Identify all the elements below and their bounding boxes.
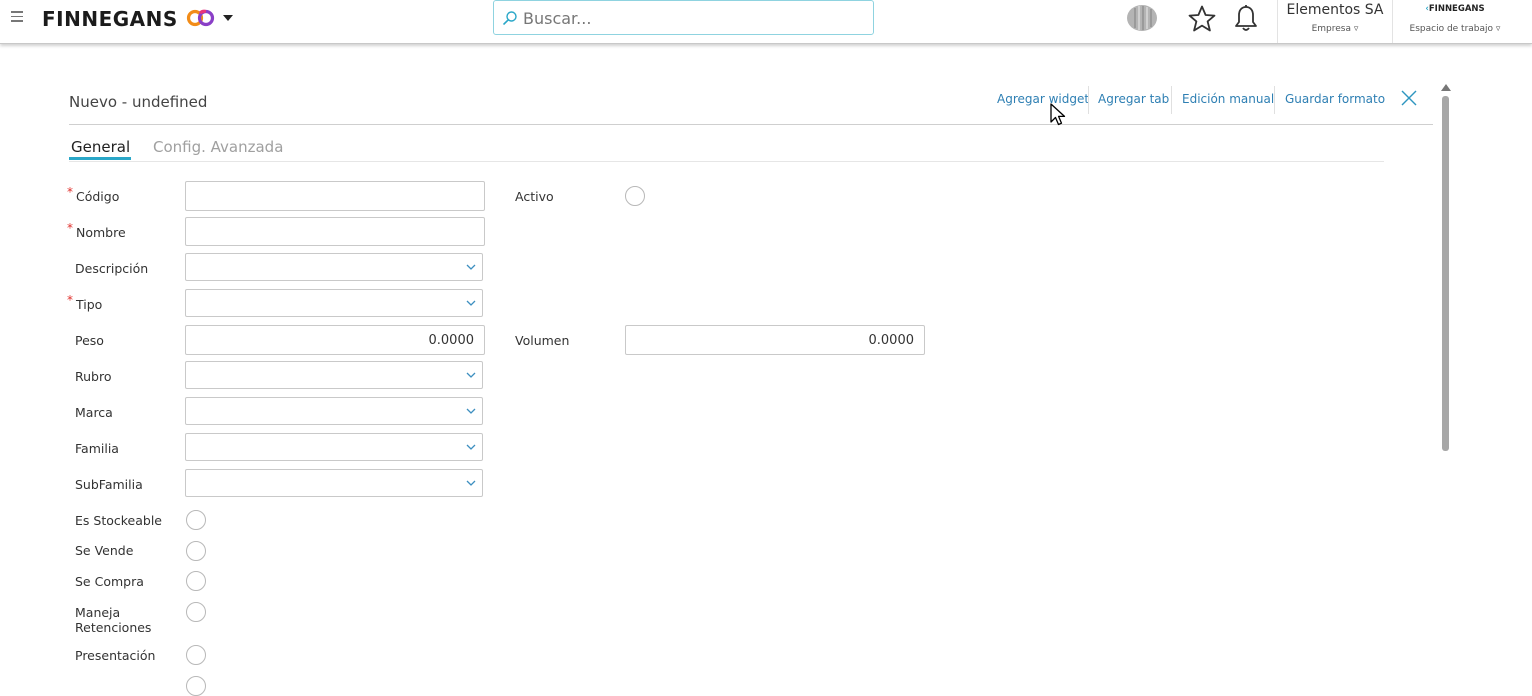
brand-logo[interactable]: FINNEGANS [42,7,178,31]
top-bar: FINNEGANS Elementos SA Empresa ▿ ‹FINNEG… [0,0,1532,44]
mouse-cursor-icon [1050,103,1066,126]
required-mark: * [67,221,73,235]
header-divider [69,124,1433,125]
assistant-icon[interactable] [1124,3,1160,33]
partial-radio[interactable] [186,676,206,696]
active-tab-indicator [69,157,131,160]
descripcion-select[interactable] [185,253,483,281]
save-format-link[interactable]: Guardar formato [1285,92,1385,106]
presentacion-label: Presentación [75,648,156,663]
add-widget-link[interactable]: Agregar widget [997,92,1089,106]
peso-label: Peso [75,333,104,348]
tabs-divider [69,161,1384,162]
volumen-field[interactable] [625,325,925,355]
topbar-divider [1277,0,1278,43]
se-vende-radio[interactable] [186,541,206,561]
nombre-label: Nombre [76,225,126,240]
codigo-input[interactable] [192,185,476,207]
es-stockeable-label: Es Stockeable [75,513,162,528]
marca-select[interactable] [185,397,483,425]
search-input[interactable] [521,5,865,31]
manual-edit-link[interactable]: Edición manual [1182,92,1274,106]
scroll-thumb[interactable] [1442,96,1449,451]
tipo-select[interactable] [185,289,483,317]
chevron-down-icon [466,408,476,414]
page-title: Nuevo - undefined [69,93,208,111]
rubro-select[interactable] [185,361,483,389]
marca-input[interactable] [192,401,476,423]
bell-icon[interactable] [1233,4,1259,34]
tipo-label: Tipo [76,297,103,312]
es-stockeable-radio[interactable] [186,510,206,530]
search-icon [503,11,517,25]
star-icon[interactable] [1187,4,1217,34]
activo-label: Activo [515,189,554,204]
chevron-down-icon [466,444,476,450]
company-selector[interactable]: Elementos SA Empresa ▿ [1280,2,1390,34]
subfamilia-select[interactable] [185,469,483,497]
volumen-input[interactable] [632,329,916,351]
nombre-input[interactable] [192,221,476,243]
topbar-divider [1392,0,1393,43]
scroll-up-arrow-icon[interactable] [1441,84,1451,91]
add-tab-link[interactable]: Agregar tab [1098,92,1169,106]
marca-label: Marca [75,405,113,420]
se-compra-label: Se Compra [75,574,144,589]
action-divider [1088,86,1089,114]
workspace-label: Espacio de trabajo ▿ [1409,24,1501,34]
close-icon[interactable] [1399,88,1419,108]
se-compra-radio[interactable] [186,571,206,591]
familia-label: Familia [75,441,119,456]
volumen-label: Volumen [515,333,570,348]
chevron-down-icon: ▿ [1353,24,1359,34]
rubro-input[interactable] [192,365,476,387]
action-divider [1274,86,1275,114]
brand-dropdown-icon[interactable] [223,15,233,21]
presentacion-radio[interactable] [186,645,206,665]
familia-input[interactable] [192,437,476,459]
nombre-field[interactable] [185,217,485,246]
company-label: Empresa ▿ [1311,24,1359,34]
maneja-retenciones-radio[interactable] [186,602,206,622]
codigo-field[interactable] [185,181,485,211]
se-vende-label: Se Vende [75,543,134,558]
chevron-down-icon [466,480,476,486]
hamburger-icon[interactable] [11,11,23,23]
maneja-retenciones-label: Maneja Retenciones [75,605,152,635]
tab-config-avanzada[interactable]: Config. Avanzada [153,138,283,156]
descripcion-input[interactable] [192,257,476,279]
chevron-down-icon: ▿ [1495,24,1501,34]
peso-field[interactable] [185,325,485,355]
subfamilia-label: SubFamilia [75,477,143,492]
familia-select[interactable] [185,433,483,461]
chevron-down-icon [466,372,476,378]
required-mark: * [67,185,73,199]
rubro-label: Rubro [75,369,112,384]
peso-input[interactable] [192,329,476,351]
search-box[interactable] [493,0,874,35]
descripcion-label: Descripción [75,261,149,276]
activo-radio[interactable] [625,186,645,206]
company-name: Elementos SA [1286,2,1384,18]
subfamilia-input[interactable] [192,473,476,495]
required-mark: * [67,293,73,307]
brand-co-icon [186,9,215,27]
tab-general[interactable]: General [71,138,130,156]
chevron-down-icon [466,264,476,270]
workspace-selector[interactable]: ‹FINNEGANS Espacio de trabajo ▿ [1395,4,1515,34]
workspace-logo: ‹FINNEGANS [1425,4,1485,14]
tipo-input[interactable] [192,293,476,315]
action-divider [1171,86,1172,114]
chevron-down-icon [466,300,476,306]
codigo-label: Código [76,189,120,204]
scrollbar[interactable] [1440,84,1452,685]
